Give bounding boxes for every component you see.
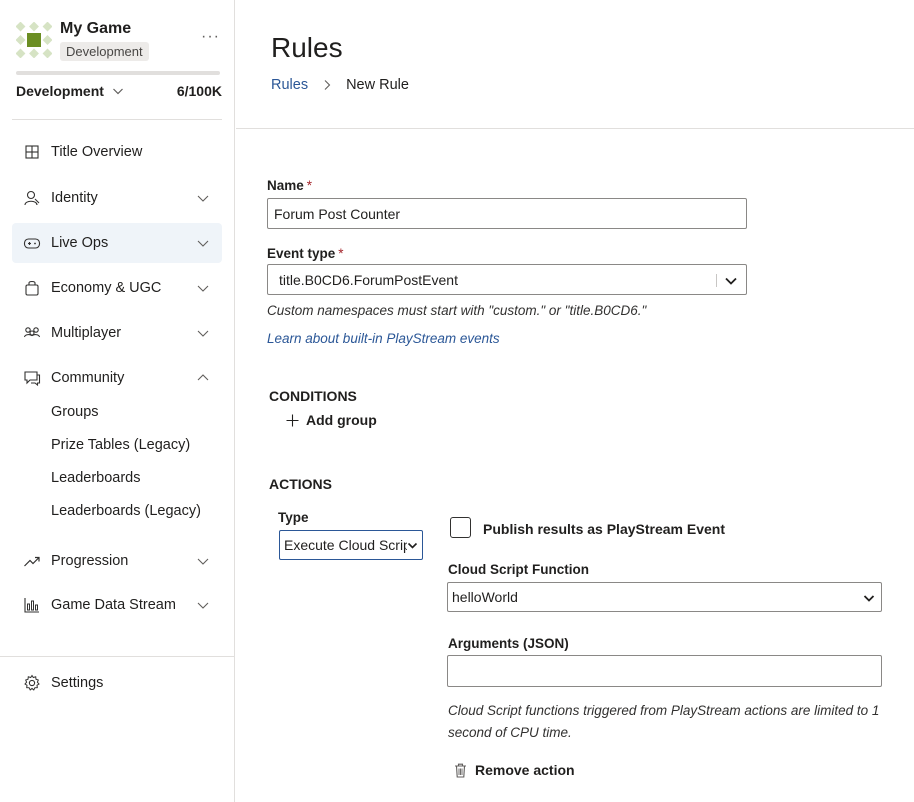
environment-select[interactable]: Development [16, 83, 124, 99]
sidebar-subitem-prize-tables[interactable]: Prize Tables (Legacy) [51, 437, 190, 453]
sidebar-subitem-leaderboards[interactable]: Leaderboards [51, 470, 141, 486]
sidebar: My Game Development ··· Development 6/10… [0, 0, 235, 802]
remove-action-label: Remove action [475, 762, 575, 778]
gear-icon [22, 673, 42, 693]
trash-icon [455, 763, 466, 778]
remove-action-button[interactable]: Remove action [454, 762, 575, 778]
chevron-down-icon [725, 277, 737, 285]
plus-icon [286, 414, 299, 426]
cloud-script-function-value: helloWorld [452, 589, 518, 605]
person-icon [22, 188, 42, 208]
main-content: Rules Rules New Rule Name* Event type* t… [236, 0, 914, 802]
chevron-down-icon [407, 540, 418, 551]
bag-icon [22, 278, 42, 298]
event-type-label: Event type * [267, 246, 344, 261]
header-divider [236, 128, 914, 129]
bar-chart-icon [22, 595, 42, 615]
arguments-label: Arguments (JSON) [448, 636, 569, 651]
more-options-button[interactable]: ··· [201, 28, 220, 46]
game-name: My Game [60, 20, 132, 37]
chevron-down-icon [197, 330, 209, 337]
sidebar-item-community[interactable]: Community [12, 358, 222, 398]
page-title: Rules [271, 32, 343, 63]
grid-icon [22, 142, 42, 162]
sidebar-subitem-groups[interactable]: Groups [51, 404, 99, 420]
event-type-select[interactable]: title.B0CD6.ForumPostEvent [267, 264, 747, 295]
sidebar-item-label: Economy & UGC [51, 280, 162, 296]
chevron-right-icon [324, 80, 331, 90]
cloud-script-function-select[interactable]: helloWorld [447, 582, 882, 612]
game-logo-icon [16, 22, 52, 58]
cpu-limit-hint: Cloud Script functions triggered from Pl… [448, 703, 880, 740]
chat-icon [22, 368, 42, 388]
game-header: My Game Development ··· [16, 18, 226, 68]
chevron-down-icon [863, 595, 875, 602]
chevron-down-icon [197, 240, 209, 247]
required-marker: * [306, 178, 313, 193]
add-group-button[interactable]: Add group [286, 412, 377, 428]
sidebar-item-label: Progression [51, 553, 129, 569]
action-type-select[interactable]: Execute Cloud Script [279, 530, 423, 560]
sidebar-item-progression[interactable]: Progression [12, 541, 222, 581]
action-type-value: Execute Cloud Script [284, 537, 415, 553]
sidebar-item-label: Title Overview [51, 144, 143, 160]
trend-icon [22, 551, 42, 571]
environment-badge: Development [60, 42, 149, 61]
sidebar-item-label: Game Data Stream [51, 597, 176, 613]
publish-results-label: Publish results as PlayStream Event [483, 521, 725, 537]
chevron-down-icon [197, 285, 209, 292]
sidebar-item-label: Multiplayer [51, 325, 122, 341]
publish-results-checkbox[interactable] [450, 517, 471, 538]
sidebar-item-game-data-stream[interactable]: Game Data Stream [12, 585, 222, 625]
people-icon [22, 323, 42, 343]
sidebar-item-label: Community [51, 370, 125, 386]
chevron-up-icon [197, 374, 209, 381]
add-group-label: Add group [306, 412, 377, 428]
event-type-label-text: Event type [267, 246, 336, 261]
chevron-down-icon [197, 558, 209, 565]
usage-count: 6/100K [176, 83, 222, 99]
chevron-down-icon [197, 602, 209, 609]
name-label-text: Name [267, 178, 304, 193]
cloud-script-function-label: Cloud Script Function [448, 562, 589, 577]
sidebar-item-label: Settings [51, 675, 104, 691]
sidebar-divider [12, 119, 222, 120]
sidebar-item-multiplayer[interactable]: Multiplayer [12, 313, 222, 353]
sidebar-item-label: Identity [51, 190, 98, 206]
sidebar-item-settings[interactable]: Settings [12, 663, 222, 703]
arguments-input[interactable] [447, 655, 882, 687]
sidebar-item-economy-ugc[interactable]: Economy & UGC [12, 268, 222, 308]
gamepad-icon [22, 233, 42, 253]
actions-title: ACTIONS [269, 476, 332, 492]
sidebar-item-label: Live Ops [51, 235, 109, 251]
sidebar-divider [0, 656, 234, 657]
learn-playstream-events-link[interactable]: Learn about built-in PlayStream events [267, 331, 500, 346]
breadcrumb: Rules New Rule [271, 77, 409, 93]
conditions-title: CONDITIONS [269, 388, 357, 404]
sidebar-subitem-leaderboards-legacy[interactable]: Leaderboards (Legacy) [51, 503, 201, 519]
type-label: Type [278, 510, 309, 525]
chevron-down-icon [112, 88, 123, 95]
environment-select-label: Development [16, 83, 104, 99]
breadcrumb-current: New Rule [346, 77, 409, 93]
breadcrumb-rules-link[interactable]: Rules [271, 77, 308, 93]
required-marker: * [338, 246, 344, 261]
name-label: Name * [267, 178, 312, 193]
event-type-value: title.B0CD6.ForumPostEvent [279, 271, 458, 288]
sidebar-item-live-ops[interactable]: Live Ops [12, 223, 222, 263]
usage-progress-bar [16, 71, 220, 75]
sidebar-item-identity[interactable]: Identity [12, 178, 222, 218]
chevron-down-icon [197, 195, 209, 202]
select-separator [716, 274, 717, 287]
sidebar-item-title-overview[interactable]: Title Overview [12, 132, 222, 172]
namespace-hint: Custom namespaces must start with "custo… [267, 303, 647, 318]
name-input[interactable] [267, 198, 747, 229]
